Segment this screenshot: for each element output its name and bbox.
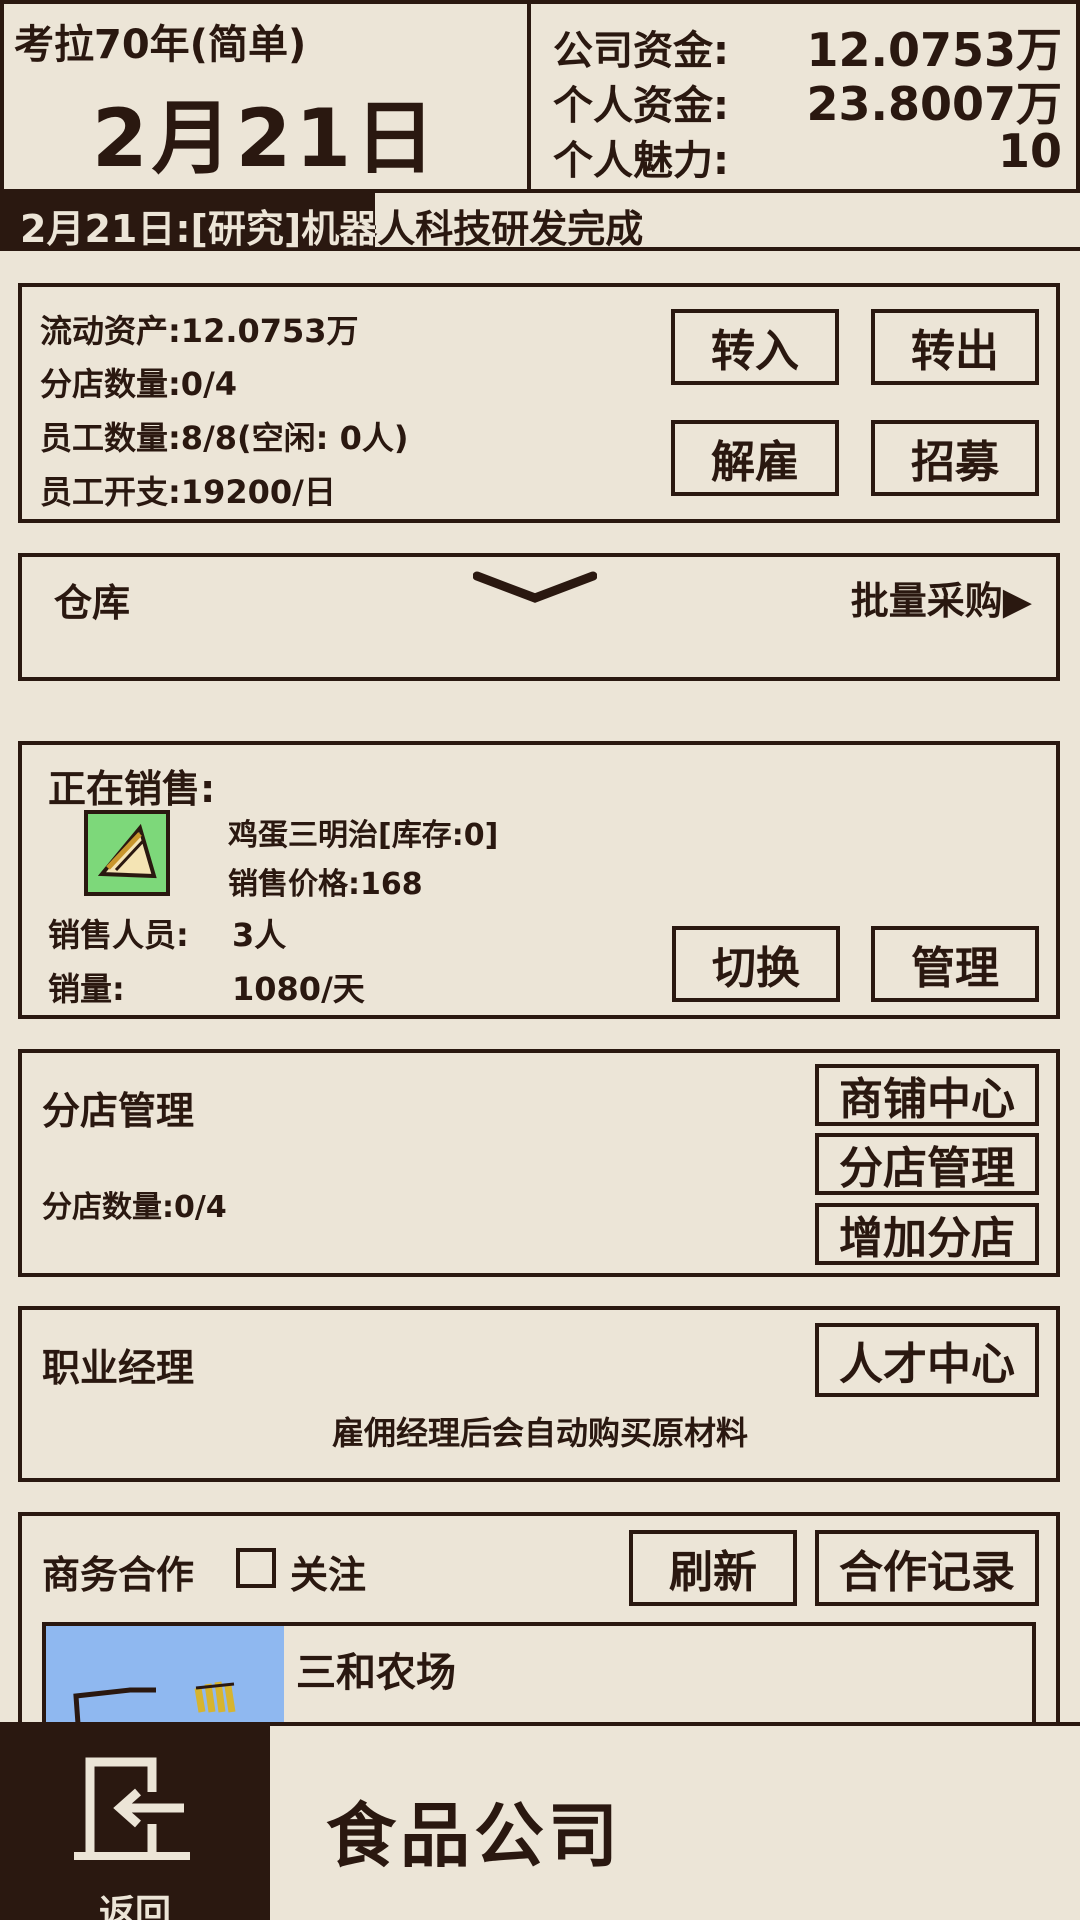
partner-image xyxy=(46,1626,284,1722)
talent-center-button[interactable]: 人才中心 xyxy=(815,1323,1039,1397)
add-branch-button[interactable]: 增加分店 xyxy=(815,1203,1039,1265)
company-funds-label: 公司资金: xyxy=(553,28,729,74)
branch-title: 分店管理 xyxy=(42,1089,195,1133)
transfer-out-button[interactable]: 转出 xyxy=(871,309,1039,385)
sales-volume-label: 销量: xyxy=(48,970,125,1008)
employee-cost: 员工开支:19200/日 xyxy=(40,473,336,511)
back-label: 返回 xyxy=(98,1893,171,1920)
shop-center-button[interactable]: 商铺中心 xyxy=(815,1064,1039,1126)
cooperation-records-button[interactable]: 合作记录 xyxy=(815,1530,1039,1606)
branch-count-detail: 分店数量:0/4 xyxy=(42,1190,227,1225)
partner-name: 三和农场 xyxy=(296,1650,456,1696)
fire-button[interactable]: 解雇 xyxy=(671,420,839,496)
branch-manage-button[interactable]: 分店管理 xyxy=(815,1133,1039,1195)
page-title: 食品公司 xyxy=(326,1795,622,1877)
product-name: 鸡蛋三明治[库存:0] xyxy=(228,818,499,853)
sales-title: 正在销售: xyxy=(48,767,216,811)
partner-card[interactable]: 三和农场 xyxy=(42,1622,1036,1722)
product-price: 销售价格:168 xyxy=(228,867,423,902)
employee-count: 员工数量:8/8(空闲: 0人) xyxy=(40,419,409,457)
personal-funds-label: 个人资金: xyxy=(553,83,729,129)
follow-label: 关注 xyxy=(290,1553,367,1597)
game-title: 考拉70年(简单) xyxy=(14,22,307,68)
follow-checkbox[interactable] xyxy=(236,1548,276,1588)
sales-staff-label: 销售人员: xyxy=(48,916,189,954)
bottom-bar: 返回 食品公司 xyxy=(0,1722,1080,1920)
recruit-button[interactable]: 招募 xyxy=(871,420,1039,496)
ticker-message: 2月21日:[研究]机器人科技研发完成 xyxy=(20,198,643,253)
business-title: 商务合作 xyxy=(42,1553,195,1597)
charisma-value: 10 xyxy=(997,124,1062,178)
warehouse-title: 仓库 xyxy=(54,581,131,625)
manager-hint: 雇佣经理后会自动购买原材料 xyxy=(331,1414,748,1452)
exit-door-icon xyxy=(74,1757,190,1860)
liquid-assets: 流动资产:12.0753万 xyxy=(40,312,359,350)
chevron-down-icon[interactable] xyxy=(473,568,597,608)
charisma-label: 个人魅力: xyxy=(553,138,729,184)
news-ticker: 2月21日:[研究]机器人科技研发完成 xyxy=(0,193,1080,251)
sales-staff-value: 3人 xyxy=(232,916,287,954)
current-date: 2月21日 xyxy=(92,92,439,185)
transfer-in-button[interactable]: 转入 xyxy=(671,309,839,385)
branch-count: 分店数量:0/4 xyxy=(40,365,238,403)
bulk-purchase-link[interactable]: 批量采购▶ xyxy=(851,570,1032,625)
refresh-button[interactable]: 刷新 xyxy=(629,1530,797,1606)
manager-title: 职业经理 xyxy=(42,1346,195,1390)
sales-volume-value: 1080/天 xyxy=(232,970,365,1008)
manage-sales-button[interactable]: 管理 xyxy=(871,926,1039,1002)
sandwich-icon[interactable] xyxy=(84,810,170,896)
switch-product-button[interactable]: 切换 xyxy=(672,926,840,1002)
back-button[interactable]: 返回 xyxy=(0,1726,270,1920)
